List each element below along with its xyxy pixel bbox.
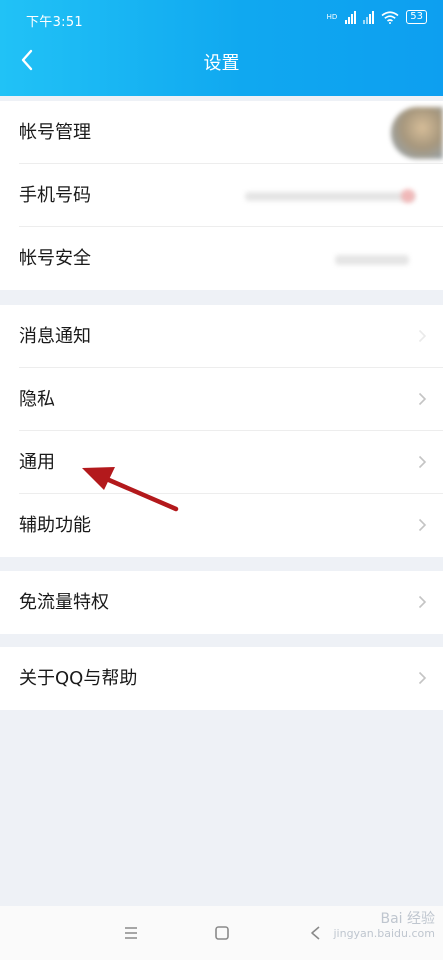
status-time: 下午3:51 (26, 15, 83, 30)
settings-group-account: 帐号管理 手机号码 帐号安全 (0, 101, 443, 290)
signal-icon (345, 10, 357, 24)
setting-label: 手机号码 (19, 185, 91, 206)
setting-privacy[interactable]: 隐私 (0, 368, 443, 431)
setting-label: 帐号安全 (19, 248, 91, 269)
back-triangle-icon[interactable] (303, 920, 329, 946)
security-value-redacted (335, 255, 409, 265)
phone-value-redacted (245, 192, 415, 201)
setting-notifications[interactable]: 消息通知 (0, 305, 443, 368)
chevron-right-icon (418, 671, 427, 685)
setting-free-data[interactable]: 免流量特权 (0, 571, 443, 634)
hd-badge: HD (326, 13, 338, 21)
avatar (391, 107, 443, 159)
settings-group-general: 消息通知 隐私 通用 辅助功能 (0, 305, 443, 557)
setting-about-help[interactable]: 关于QQ与帮助 (0, 647, 443, 710)
chevron-right-icon (418, 329, 427, 343)
chevron-right-icon (418, 518, 427, 532)
settings-group-about: 关于QQ与帮助 (0, 647, 443, 710)
setting-label: 消息通知 (19, 326, 91, 347)
chevron-right-icon (418, 392, 427, 406)
menu-icon[interactable] (118, 920, 144, 946)
setting-label: 免流量特权 (19, 592, 109, 613)
setting-account-security[interactable]: 帐号安全 (0, 227, 443, 290)
watermark: Bai 经验 jingyan.baidu.com (333, 912, 435, 941)
setting-label: 帐号管理 (19, 122, 91, 143)
battery-icon: 53 (406, 10, 427, 24)
setting-label: 通用 (19, 452, 55, 473)
home-square-icon[interactable] (209, 920, 235, 946)
setting-phone-number[interactable]: 手机号码 (0, 164, 443, 227)
app-header: 下午3:51 HD 53 设置 (0, 0, 443, 96)
setting-label: 关于QQ与帮助 (19, 668, 138, 689)
status-icons: HD 53 (327, 10, 427, 24)
setting-label: 辅助功能 (19, 515, 91, 536)
signal-icon-2 (363, 10, 375, 24)
watermark-line2: jingyan.baidu.com (333, 927, 435, 940)
wifi-icon (381, 10, 399, 24)
chevron-right-icon (418, 455, 427, 469)
status-bar: 下午3:51 HD 53 (0, 0, 443, 38)
setting-label: 隐私 (19, 389, 55, 410)
chevron-right-icon (418, 595, 427, 609)
setting-general[interactable]: 通用 (0, 431, 443, 494)
phone-status-dot (401, 189, 415, 203)
page-title: 设置 (203, 53, 240, 74)
settings-group-data: 免流量特权 (0, 571, 443, 634)
setting-account-management[interactable]: 帐号管理 (0, 101, 443, 164)
watermark-line1: Bai 经验 (380, 911, 435, 927)
setting-accessibility[interactable]: 辅助功能 (0, 494, 443, 557)
